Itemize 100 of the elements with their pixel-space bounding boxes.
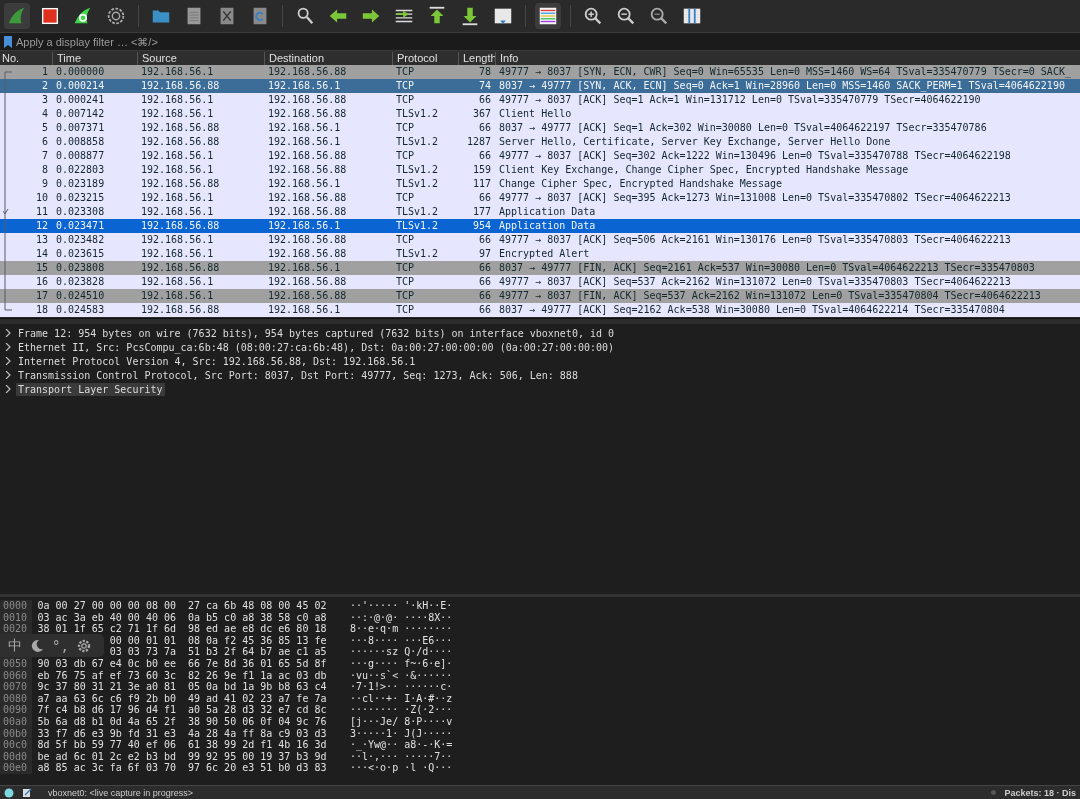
- packet-row[interactable]: 6 0.008858 192.168.56.88 192.168.56.1 TLSv1.2 1287 Server Hello, Certificate, Server Key Exchange, Server Hello Done: [0, 135, 1080, 149]
- ascii-text: 3·····1· J(J·····: [350, 727, 453, 739]
- table-cell-text: 0.008877: [55, 149, 106, 163]
- tree-item[interactable]: Ethernet II, Src: PcsCompu_ca:6b:48 (08:00:27:ca:6b:48), Dst: 0a:00:27:00:00:00 (0a:00:27:00:00:00): [16, 340, 617, 354]
- table-cell-text: 8: [40, 163, 49, 177]
- table-cell-text: 8037 → 49777 [ACK] Seq=2162 Ack=538 Win=30080 Len=0 TSval=4064622214 TSecr=335470804: [498, 303, 1006, 317]
- moon-icon[interactable]: [30, 638, 44, 653]
- colored-lines-button[interactable]: [535, 3, 561, 29]
- collapsed-chevron-icon[interactable]: [4, 371, 11, 379]
- hex-bytes: 97 6c 20 e3 51 b0 d3 83: [188, 762, 327, 774]
- packet-row[interactable]: 13 0.023482 192.168.56.1 192.168.56.88 TCP 66 49777 → 8037 [ACK] Seq=506 Ack=2161 Win=130176 Len=0 TSval=335470803 TSecr=4064622213: [0, 233, 1080, 247]
- table-cell-text: 66: [477, 149, 492, 163]
- ascii-text: ·_·Yw@·· a8·-·K·=: [350, 739, 453, 751]
- column-header[interactable]: Time: [52, 51, 137, 65]
- tree-item[interactable]: Frame 12: 954 bytes on wire (7632 bits), 954 bytes captured (7632 bits) on interface vboxnet0, id 0: [16, 326, 617, 340]
- collapsed-chevron-icon[interactable]: [4, 329, 11, 337]
- hex-bytes: 98 ed ae e8 dc e6 80 18: [188, 623, 327, 635]
- hex-bytes: 8d 5f bb 59 77 40 ef 06: [37, 739, 176, 751]
- packet-row[interactable]: 15 0.023808 192.168.56.88 192.168.56.1 TCP 66 8037 → 49777 [FIN, ACK] Seq=2161 Ack=537 Win=30080 Len=0 TSval=4064622213 TSecr=335470803: [0, 261, 1080, 275]
- column-header[interactable]: Destination: [264, 51, 392, 65]
- hex-bytes: 27 ca 6b 48 08 00 45 02: [188, 600, 327, 611]
- offset-label: 0000: [3, 600, 28, 611]
- ascii-text: ·7·1!>·· ······c·: [350, 681, 453, 693]
- packet-row[interactable]: 7 0.008877 192.168.56.1 192.168.56.88 TCP 66 49777 → 8037 [ACK] Seq=302 Ack=1222 Win=130496 Len=0 TSval=335470788 TSecr=4064622198: [0, 149, 1080, 163]
- table-cell-text: 97: [477, 247, 492, 261]
- table-cell-text: 192.168.56.88: [267, 149, 348, 163]
- table-cell-text: 192.168.56.88: [140, 121, 221, 135]
- magnifier-icon: [648, 5, 670, 27]
- table-cell-text: 192.168.56.1: [140, 149, 215, 163]
- tree-item[interactable]: Transport Layer Security: [16, 382, 165, 396]
- packet-row[interactable]: 3 0.000241 192.168.56.1 192.168.56.88 TCP 66 49777 → 8037 [ACK] Seq=1 Ack=1 Win=131712 Len=0 TSval=335470779 TSecr=4064622190: [0, 93, 1080, 107]
- collapsed-chevron-icon[interactable]: [4, 357, 11, 365]
- hex-bytes: a7 aa 63 6c c6 f9 2b b0: [37, 692, 176, 704]
- table-cell-text: 0.023189: [55, 177, 106, 191]
- offset-label: 00e0: [3, 762, 28, 774]
- table-cell-text: 66: [477, 289, 492, 303]
- expert-info-icon[interactable]: [4, 787, 14, 798]
- offset-label: 0010: [3, 611, 28, 623]
- tree-item[interactable]: Transmission Control Protocol, Src Port: 8037, Dst Port: 49777, Seq: 1273, Ack: 506, Len: 888: [16, 368, 580, 382]
- packet-row[interactable]: 16 0.023828 192.168.56.1 192.168.56.88 TCP 66 49777 → 8037 [ACK] Seq=537 Ack=2162 Win=131072 Len=0 TSval=335470803 TSecr=4064622213: [0, 275, 1080, 289]
- language-toggle[interactable]: 中: [8, 636, 22, 655]
- table-cell-text: 192.168.56.1: [140, 65, 215, 79]
- packet-row[interactable]: 5 0.007371 192.168.56.88 192.168.56.1 TCP 66 8037 → 49777 [ACK] Seq=1 Ack=302 Win=30080 Len=0 TSval=4064622197 TSecr=335470786: [0, 121, 1080, 135]
- table-cell-text: 192.168.56.88: [267, 275, 348, 289]
- hex-bytes: 38 90 50 06 0f 04 9c 76: [188, 715, 327, 727]
- packet-row[interactable]: 17 0.024510 192.168.56.1 192.168.56.88 TCP 66 49777 → 8037 [FIN, ACK] Seq=537 Ack=2162 Win=131072 Len=0 TSval=335470804 TSecr=4064622213: [0, 289, 1080, 303]
- column-header[interactable]: Source: [137, 51, 264, 65]
- settings-icon[interactable]: [76, 638, 91, 653]
- table-cell-text: 192.168.56.1: [267, 219, 342, 233]
- edit-comment-icon[interactable]: [22, 787, 32, 798]
- display-filter-field[interactable]: Apply a display filter … <⌘/>: [16, 34, 1076, 49]
- table-cell-text: 192.168.56.88: [140, 79, 221, 93]
- tree-item[interactable]: Internet Protocol Version 4, Src: 192.168.56.88, Dst: 192.168.56.1: [16, 354, 418, 368]
- hex-bytes: 4a 28 4a ff 8a c9 03 d3: [188, 727, 327, 739]
- column-header[interactable]: Protocol: [392, 51, 458, 65]
- packet-row[interactable]: 8 0.022803 192.168.56.1 192.168.56.88 TLSv1.2 159 Client Key Exchange, Change Cipher Spec, Encrypted Handshake Message: [0, 163, 1080, 177]
- table-cell-text: 16: [34, 275, 49, 289]
- table-cell-text: 6: [40, 135, 49, 149]
- offset-label: 00a0: [3, 715, 28, 727]
- ascii-text: ···<·o·p ·l ·Q···: [350, 762, 453, 774]
- table-cell-text: 0.007371: [55, 121, 106, 135]
- hex-bytes: 03 03 73 7a: [109, 646, 176, 658]
- ascii-text: ··l·,··· ·····7··: [350, 750, 453, 762]
- punctuation-toggle[interactable]: °,: [52, 637, 69, 654]
- hex-bytes: 66 7e 8d 36 01 65 5d 8f: [188, 657, 327, 669]
- table-cell-text: 192.168.56.1: [267, 79, 342, 93]
- column-header[interactable]: Info: [495, 51, 1080, 65]
- table-cell-text: 66: [477, 93, 492, 107]
- packet-row[interactable]: 18 0.024583 192.168.56.88 192.168.56.1 TCP 66 8037 → 49777 [ACK] Seq=2162 Ack=538 Win=30080 Len=0 TSval=4064622214 TSecr=335470804: [0, 303, 1080, 317]
- ascii-text: ··:·@·@· ····8X··: [350, 611, 453, 623]
- hex-bytes: a0 5a 28 d3 32 e7 cd 8c: [188, 704, 327, 716]
- table-cell-text: 18: [34, 303, 49, 317]
- packet-row[interactable]: 14 0.023615 192.168.56.1 192.168.56.88 TLSv1.2 97 Encrypted Alert: [0, 247, 1080, 261]
- table-cell-text: 192.168.56.1: [140, 275, 215, 289]
- table-cell-text: TLSv1.2: [395, 205, 440, 219]
- table-cell-text: 78: [477, 65, 492, 79]
- table-cell-text: 192.168.56.88: [140, 303, 221, 317]
- table-cell-text: 1287: [465, 135, 492, 149]
- packet-row[interactable]: 12 0.023471 192.168.56.88 192.168.56.1 TLSv1.2 954 Application Data: [0, 219, 1080, 233]
- bookmark-icon[interactable]: [4, 35, 12, 48]
- table-cell-text: TLSv1.2: [395, 177, 440, 191]
- collapsed-chevron-icon[interactable]: [4, 343, 11, 351]
- table-cell-text: Application Data: [498, 219, 597, 233]
- shark-fin-button[interactable]: [4, 3, 30, 29]
- packet-row[interactable]: 2 0.000214 192.168.56.88 192.168.56.1 TCP 74 8037 → 49777 [SYN, ACK, ECN] Seq=0 Ack=1 Win=28960 Len=0 MSS=1460 SACK_PERM=1 TSval=4064622190: [0, 79, 1080, 93]
- table-cell-text: 192.168.56.88: [140, 219, 221, 233]
- column-header[interactable]: No.: [0, 51, 52, 65]
- packet-row[interactable]: 1 0.000000 192.168.56.1 192.168.56.88 TCP 78 49777 → 8037 [SYN, ECN, CWR] Seq=0 Win=65535 Len=0 MSS=1460 WS=64 TSval=335470779 TSecr=0 SACK_: [0, 65, 1080, 79]
- packet-row[interactable]: 4 0.007142 192.168.56.1 192.168.56.88 TLSv1.2 367 Client Hello: [0, 107, 1080, 121]
- table-cell-text: TCP: [395, 93, 416, 107]
- hex-bytes: 9c 37 80 31 21 3e a0 81: [37, 681, 176, 693]
- table-cell-text: 192.168.56.88: [267, 163, 348, 177]
- table-cell-text: 49777 → 8037 [ACK] Seq=506 Ack=2161 Win=130176 Len=0 TSval=335470803 TSecr=4064622213: [498, 233, 1012, 247]
- packet-row[interactable]: 11 0.023308 192.168.56.1 192.168.56.88 TLSv1.2 177 Application Data: [0, 205, 1080, 219]
- table-cell-text: 117: [471, 177, 492, 191]
- hex-bytes: 38 01 1f 65 c2 71 1f 6d: [37, 623, 176, 635]
- packet-row[interactable]: 9 0.023189 192.168.56.88 192.168.56.1 TLSv1.2 117 Change Cipher Spec, Encrypted Handshake Message: [0, 177, 1080, 191]
- collapsed-chevron-icon[interactable]: [4, 385, 11, 393]
- packet-row[interactable]: 10 0.023215 192.168.56.1 192.168.56.88 TCP 66 49777 → 8037 [ACK] Seq=395 Ack=1273 Win=131008 Len=0 TSval=335470802 TSecr=4064622213: [0, 191, 1080, 205]
- table-cell-text: TLSv1.2: [395, 163, 440, 177]
